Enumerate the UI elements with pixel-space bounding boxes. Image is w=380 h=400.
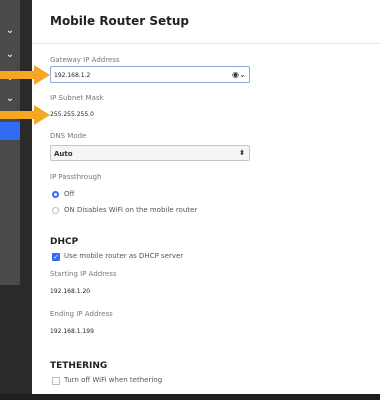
tethering-checkbox[interactable] [52,377,60,385]
sidebar: ⌄ ⌄ ⌄ ⌄ [0,0,20,285]
end-label: Ending IP Address [50,310,113,318]
arrow-icon [0,65,50,85]
start-value: 192.168.1.20 [50,288,91,295]
eye-icon[interactable]: ◉⌄ [232,70,246,80]
start-label: Starting IP Address [50,270,117,278]
page-title: Mobile Router Setup [32,0,380,44]
tethering-title: TETHERING [50,361,108,371]
arrow-icon [0,105,50,125]
app-frame: ⌄ ⌄ ⌄ ⌄ Mobile Router Setup Gateway IP A… [0,0,380,400]
chevron-down-icon[interactable]: ⌄ [0,44,20,64]
passthrough-on-radio[interactable] [52,207,59,214]
bottom-bar [0,394,380,400]
dhcp-checkbox[interactable]: ✓ [52,253,60,261]
gateway-label: Gateway IP Address [50,56,120,64]
tethering-check-label: Turn off WiFi when tethering [64,376,163,384]
subnet-label: IP Subnet Mask [50,94,104,102]
dhcp-title: DHCP [50,237,79,247]
subnet-input[interactable]: 255.255.255.0 [50,106,250,123]
dns-value: Auto [54,150,73,158]
gateway-value: 192.168.1.2 [54,72,91,79]
settings-panel: Mobile Router Setup Gateway IP Address 1… [32,0,380,400]
passthrough-off-radio[interactable] [52,191,59,198]
passthrough-on-label: ON Disables WiFi on the mobile router [64,206,198,214]
chevron-down-icon[interactable]: ⌄ [0,20,20,40]
end-input[interactable]: 192.168.1.199 [50,323,250,340]
chevron-down-icon: ⬍ [239,149,245,157]
subnet-value: 255.255.255.0 [50,111,94,118]
dhcp-check-label: Use mobile router as DHCP server [64,252,184,260]
gateway-input[interactable]: 192.168.1.2 ◉⌄ [50,66,250,83]
passthrough-off-label: Off [64,190,75,198]
dns-select[interactable]: Auto ⬍ [50,145,250,161]
dns-label: DNS Mode [50,132,87,140]
end-value: 192.168.1.199 [50,328,94,335]
passthrough-label: IP Passthrough [50,173,102,181]
start-input[interactable]: 192.168.1.20 [50,283,250,300]
